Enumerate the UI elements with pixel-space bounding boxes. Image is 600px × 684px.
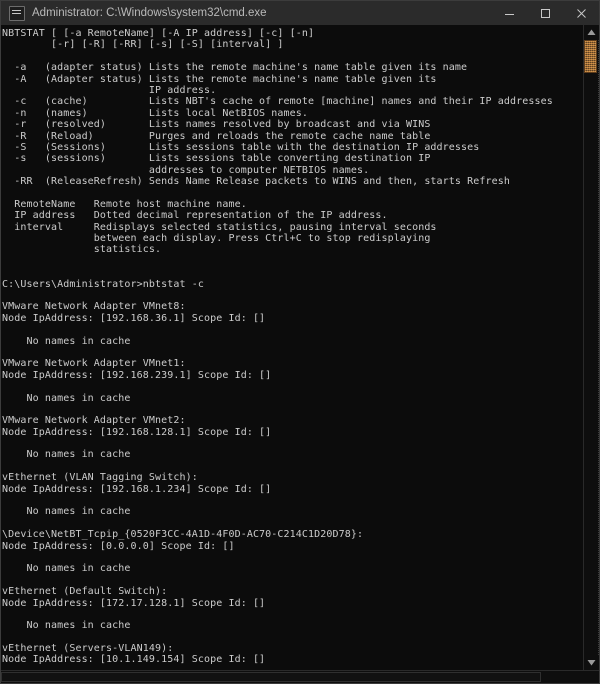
close-button[interactable] [563,1,599,25]
window-title: Administrator: C:\Windows\system32\cmd.e… [32,7,267,19]
console-line: C:\Users\Administrator>nbtstat -c [2,278,204,290]
console-line: between each display. Press Ctrl+C to st… [2,233,431,245]
console-line: vEthernet (VLAN Tagging Switch): [2,472,198,484]
cmd-window: Administrator: C:\Windows\system32\cmd.e… [0,0,600,684]
scroll-up-icon[interactable] [584,25,599,40]
console-line: NBTSTAT [ [-a RemoteName] [-A IP address… [2,28,315,39]
console-line: statistics. [2,244,162,256]
console-line: Node IpAddress: [192.168.36.1] Scope Id:… [2,312,266,324]
scroll-down-icon[interactable] [584,655,599,670]
console-line: vEthernet (Default Switch): [2,586,168,598]
console-line: VMware Network Adapter VMnet1: [2,358,186,370]
console-line: Node IpAddress: [192.168.128.1] Scope Id… [2,426,272,438]
console-line: VMware Network Adapter VMnet8: [2,301,186,313]
console-line: addresses to computer NETBIOS names. [2,164,370,176]
console-line: Node IpAddress: [192.168.1.234] Scope Id… [2,483,272,495]
console-line: Node IpAddress: [192.168.239.1] Scope Id… [2,369,272,381]
console-line: -r (resolved) Lists names resolved by br… [2,119,431,131]
vertical-scrollbar[interactable] [583,25,599,670]
console-line: IP address Dotted decimal representation… [2,210,388,222]
console-line: -RR (ReleaseRefresh) Sends Name Release … [2,176,511,188]
console-line: No names in cache [2,449,131,461]
console-line: [-r] [-R] [-RR] [-s] [-S] [interval] ] [2,39,284,51]
cmd-icon [9,5,25,21]
console-area: NBTSTAT [ [-a RemoteName] [-A IP address… [1,25,599,670]
console-line: VMware Network Adapter VMnet2: [2,415,186,427]
console-line: Node IpAddress: [10.1.149.154] Scope Id:… [2,654,266,666]
console-line: -R (Reload) Purges and reloads the remot… [2,130,431,142]
console-line: -a (adapter status) Lists the remote mac… [2,62,468,74]
console-line: No names in cache [2,620,131,632]
console-line: No names in cache [2,563,131,575]
console-line: RemoteName Remote host machine name. [2,198,247,210]
console-line: -s (sessions) Lists sessions table conve… [2,153,431,165]
console-line: -A (Adapter status) Lists the remote mac… [2,73,437,85]
console-line: No names in cache [2,335,131,347]
console-line: vEthernet (Servers-VLAN149): [2,643,174,655]
console-line: Node IpAddress: [172.17.128.1] Scope Id:… [2,597,266,609]
console-output[interactable]: NBTSTAT [ [-a RemoteName] [-A IP address… [1,25,583,670]
console-line: -n (names) Lists local NetBIOS names. [2,107,309,119]
console-line: No names in cache [2,392,131,404]
console-line: \Device\NetBT_Tcpip_{0520F3CC-4A1D-4F0D-… [2,529,364,541]
console-line: IP address. [2,84,217,96]
console-line: -c (cache) Lists NBT's cache of remote [… [2,96,553,108]
window-titlebar[interactable]: Administrator: C:\Windows\system32\cmd.e… [1,1,599,25]
console-text: NBTSTAT [ [-a RemoteName] [-A IP address… [2,28,583,666]
minimize-button[interactable] [491,1,527,25]
titlebar-left: Administrator: C:\Windows\system32\cmd.e… [1,1,491,25]
console-line: No names in cache [2,506,131,518]
console-line: -S (Sessions) Lists sessions table with … [2,141,480,153]
horizontal-scrollbar[interactable] [1,670,599,683]
vertical-scroll-thumb[interactable] [584,40,597,73]
horizontal-scroll-thumb[interactable] [1,672,541,682]
console-line: interval Redisplays selected statistics,… [2,221,437,233]
console-line: Node IpAddress: [0.0.0.0] Scope Id: [] [2,540,235,552]
vertical-scroll-track[interactable] [584,40,599,655]
window-controls [491,1,599,25]
maximize-button[interactable] [527,1,563,25]
